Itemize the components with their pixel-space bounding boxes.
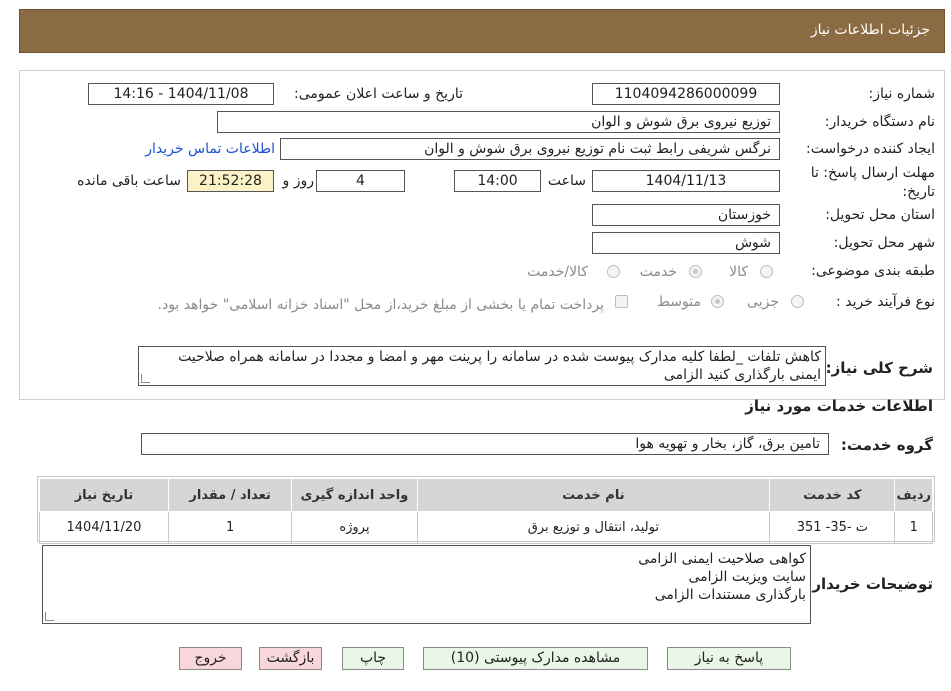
city-field: شوش bbox=[592, 232, 780, 254]
treasury-payment-note: پرداخت تمام یا بخشی از مبلغ خرید،از محل … bbox=[157, 297, 604, 313]
col-header-service-code: کد خدمت bbox=[769, 478, 896, 512]
description-text: کاهش تلفات _لطفا کلیه مدارک پیوست شده در… bbox=[178, 349, 821, 383]
cell-service-code: ت -35- 351 bbox=[769, 511, 896, 544]
province-field: خوزستان bbox=[592, 204, 780, 226]
buyer-note-line: سایت ویزیت الزامی bbox=[688, 569, 806, 585]
process-radio-minor[interactable] bbox=[791, 295, 804, 308]
creator-field: نرگس شریفی رابط ثبت نام توزیع نیروی برق … bbox=[280, 138, 780, 160]
process-radio-medium[interactable] bbox=[711, 295, 724, 308]
deadline-label: مهلت ارسال پاسخ: تا bbox=[810, 165, 935, 181]
city-label: شهر محل تحویل: bbox=[833, 235, 935, 251]
print-button[interactable]: چاپ bbox=[342, 647, 404, 670]
process-option-minor: جزیی bbox=[747, 294, 779, 310]
service-group-field: تامین برق، گاز، بخار و تهویه هوا bbox=[141, 433, 829, 455]
cell-quantity: 1 bbox=[167, 511, 293, 544]
buyer-note-line: بارگذاری مستندات الزامی bbox=[654, 587, 806, 603]
process-option-medium: متوسط bbox=[657, 294, 701, 310]
deadline-time-label: ساعت bbox=[547, 173, 586, 189]
category-option-goods-service: کالا/خدمت bbox=[527, 264, 588, 280]
treasury-payment-checkbox[interactable] bbox=[615, 295, 628, 308]
creator-label: ایجاد کننده درخواست: bbox=[806, 141, 935, 157]
back-button[interactable]: بازگشت bbox=[259, 647, 322, 670]
buyer-notes-label: توضیحات خریدار: bbox=[806, 575, 933, 593]
announce-date-label: تاریخ و ساعت اعلان عمومی: bbox=[294, 86, 463, 102]
process-label: نوع فرآیند خرید : bbox=[836, 294, 935, 310]
service-group-label: گروه خدمت: bbox=[840, 436, 933, 454]
days-label: روز و bbox=[282, 173, 315, 189]
need-number-field: 1104094286000099 bbox=[592, 83, 780, 105]
buyer-org-label: نام دستگاه خریدار: bbox=[824, 114, 935, 130]
page-title: جزئیات اطلاعات نیاز bbox=[810, 22, 930, 38]
cell-service-name: تولید، انتقال و توزیع برق bbox=[416, 511, 771, 544]
remaining-time-field: 21:52:28 bbox=[187, 170, 274, 192]
resize-handle-icon[interactable] bbox=[141, 374, 150, 383]
col-header-unit: واحد اندازه گیری bbox=[291, 478, 418, 512]
category-option-goods: کالا bbox=[729, 264, 748, 280]
category-radio-goods-service[interactable] bbox=[607, 265, 620, 278]
deadline-date-field: 1404/11/13 bbox=[592, 170, 780, 192]
col-header-row-number: ردیف bbox=[894, 478, 933, 512]
buyer-org-field: توزیع نیروی برق شوش و الوان bbox=[217, 111, 780, 133]
services-section-title: اطلاعات خدمات مورد نیاز bbox=[745, 397, 933, 415]
category-label: طبقه بندی موضوعی: bbox=[811, 263, 935, 279]
col-header-service-name: نام خدمت bbox=[416, 478, 771, 512]
services-table: ردیف کد خدمت نام خدمت واحد اندازه گیری ت… bbox=[39, 478, 933, 544]
category-radio-goods[interactable] bbox=[760, 265, 773, 278]
need-number-label: شماره نیاز: bbox=[868, 86, 936, 102]
buyer-contact-link[interactable]: اطلاعات تماس خریدار bbox=[145, 141, 275, 157]
cell-unit: پروژه bbox=[291, 511, 418, 544]
deadline-label-date: تاریخ: bbox=[902, 184, 935, 200]
remaining-time-label: ساعت باقی مانده bbox=[77, 173, 181, 189]
view-attachments-button[interactable]: مشاهده مدارک پیوستی (10) bbox=[423, 647, 648, 670]
cell-row-number: 1 bbox=[894, 511, 933, 544]
page-header: جزئیات اطلاعات نیاز bbox=[19, 9, 945, 53]
deadline-time-field: 14:00 bbox=[454, 170, 541, 192]
col-header-need-date: تاریخ نیاز bbox=[39, 478, 169, 512]
exit-button[interactable]: خروج bbox=[179, 647, 242, 670]
table-header-row: ردیف کد خدمت نام خدمت واحد اندازه گیری ت… bbox=[39, 478, 933, 512]
table-row: 1 ت -35- 351 تولید، انتقال و توزیع برق پ… bbox=[39, 511, 933, 544]
description-label: شرح کلی نیاز: bbox=[825, 359, 933, 377]
announce-date-field: 1404/11/08 - 14:16 bbox=[88, 83, 274, 105]
buyer-note-line: کواهی صلاحیت ایمنی الزامی bbox=[638, 551, 806, 567]
cell-need-date: 1404/11/20 bbox=[39, 511, 169, 544]
remaining-days-field: 4 bbox=[316, 170, 405, 192]
resize-handle-icon[interactable] bbox=[45, 612, 54, 621]
province-label: استان محل تحویل: bbox=[825, 207, 935, 223]
category-radio-service[interactable] bbox=[689, 265, 702, 278]
buyer-notes-textarea: کواهی صلاحیت ایمنی الزامی سایت ویزیت الز… bbox=[42, 545, 811, 624]
reply-button[interactable]: پاسخ به نیاز bbox=[667, 647, 791, 670]
description-textarea: کاهش تلفات _لطفا کلیه مدارک پیوست شده در… bbox=[138, 346, 826, 386]
col-header-quantity: تعداد / مقدار bbox=[167, 478, 293, 512]
category-option-service: خدمت bbox=[639, 264, 677, 280]
